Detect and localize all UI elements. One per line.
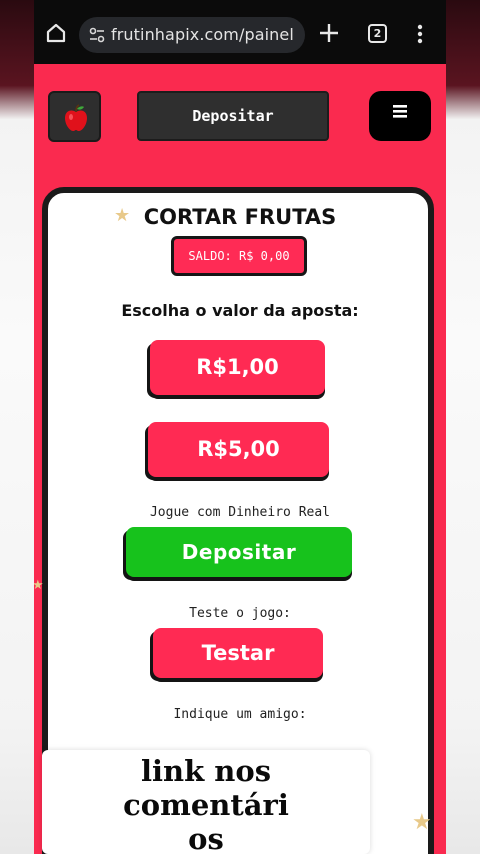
- logo-button[interactable]: [48, 91, 101, 142]
- caption-overlay: link nos comentári os: [42, 750, 370, 854]
- new-tab-plus-icon[interactable]: [318, 22, 340, 44]
- right-blurred-frame: [446, 0, 480, 854]
- bet-5-button[interactable]: R$5,00: [148, 422, 329, 477]
- tab-switcher-icon[interactable]: 2: [368, 24, 387, 43]
- bet-1-button[interactable]: R$1,00: [150, 340, 325, 395]
- real-money-label: Jogue com Dinheiro Real: [149, 505, 330, 520]
- more-vert-icon[interactable]: [417, 24, 423, 44]
- sparkle-star-icon: ★: [114, 205, 131, 226]
- game-title: CORTAR FRUTAS: [143, 205, 337, 229]
- deposit-button[interactable]: Depositar: [126, 527, 352, 577]
- phone-screen: frutinhapix.com/painel 2 Depositar CORTA: [34, 0, 446, 854]
- caption-text: link nos comentári os: [123, 754, 289, 854]
- left-blurred-frame: [0, 0, 36, 854]
- bet-prompt: Escolha o valor da aposta:: [121, 301, 359, 320]
- url-text[interactable]: frutinhapix.com/painel: [111, 25, 294, 44]
- site-settings-icon[interactable]: [88, 26, 106, 44]
- test-button[interactable]: Testar: [153, 628, 323, 678]
- test-label: Teste o jogo:: [189, 606, 291, 621]
- invite-label: Indique um amigo:: [173, 707, 307, 722]
- apple-icon: [65, 104, 87, 131]
- header-deposit-button[interactable]: Depositar: [137, 91, 329, 141]
- browser-toolbar: frutinhapix.com/painel 2: [34, 0, 446, 64]
- home-icon[interactable]: [44, 21, 68, 45]
- menu-button[interactable]: [369, 91, 431, 141]
- address-bar[interactable]: frutinhapix.com/painel: [79, 17, 305, 53]
- sparkle-star-icon: ★: [412, 810, 432, 835]
- balance-badge: SALDO: R$ 0,00: [171, 236, 307, 276]
- sparkle-star-icon: ★: [34, 578, 44, 593]
- hamburger-icon: [393, 105, 407, 118]
